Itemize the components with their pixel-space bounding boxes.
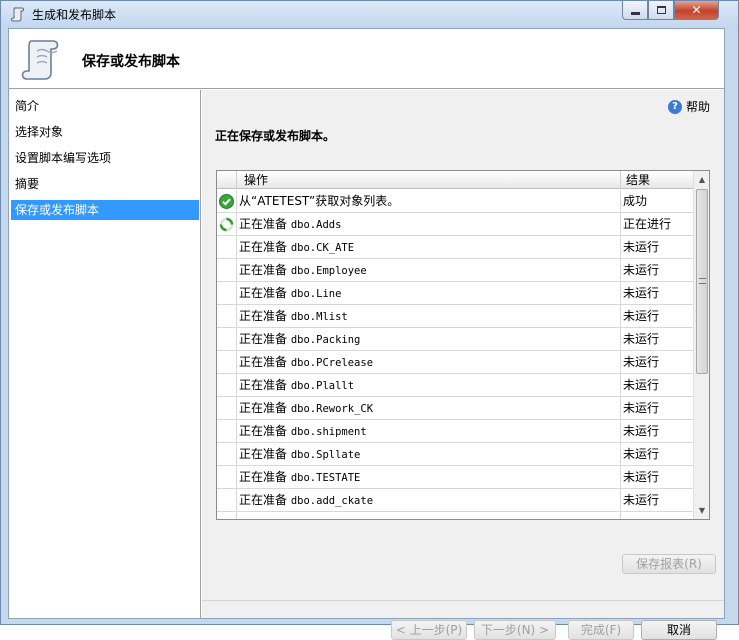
progress-table: 操作 结果 从“ATETEST”获取对象列表。 成功 正在准备 dbo.Adds… — [216, 170, 710, 520]
result-cell: 未运行 — [623, 355, 660, 369]
operation-cell: 正在准备 dbo.Rework_CK — [237, 397, 621, 419]
previous-button[interactable]: < 上一步(P) — [391, 620, 467, 640]
operation-cell: 正在准备 dbo.add_ckate — [237, 489, 621, 511]
sidebar-item-save-or-publish[interactable]: 保存或发布脚本 — [11, 200, 199, 220]
cancel-button[interactable]: 取消 — [641, 620, 717, 640]
result-cell: 未运行 — [623, 286, 660, 300]
operation-cell: 正在准备 dbo.Spllate — [237, 443, 621, 465]
footer-divider — [202, 600, 724, 601]
result-cell: 未运行 — [623, 332, 660, 346]
in-progress-spinner-icon — [219, 217, 234, 231]
operation-cell: 正在准备 dbo.PCrelease — [237, 351, 621, 373]
table-row[interactable]: 从“ATETEST”获取对象列表。 成功 — [217, 190, 693, 213]
operation-cell: 正在准备 dbo.shipment — [237, 420, 621, 442]
operation-cell: 正在准备 dbo.Packing — [237, 328, 621, 350]
sidebar-item-scripting-options[interactable]: 设置脚本编写选项 — [11, 148, 199, 168]
finish-button[interactable]: 完成(F) — [568, 620, 634, 640]
window-title: 生成和发布脚本 — [32, 8, 117, 22]
title-bar[interactable]: 生成和发布脚本 ✕ — [1, 1, 738, 27]
table-row[interactable]: 正在准备 dbo.Employee 未运行 — [217, 259, 693, 282]
result-cell: 未运行 — [623, 424, 660, 438]
operation-cell: 正在准备 dbo.Mlist — [237, 305, 621, 327]
result-cell: 未运行 — [623, 263, 660, 277]
result-cell: 未运行 — [623, 493, 660, 507]
scroll-up-arrow-icon[interactable]: ▲ — [694, 171, 709, 188]
operation-cell: 正在准备 dbo.Employee — [237, 259, 621, 281]
page-title: 保存或发布脚本 — [82, 54, 180, 70]
sidebar-item-introduction[interactable]: 简介 — [11, 96, 199, 116]
result-cell: 未运行 — [623, 470, 660, 484]
operation-cell: 正在准备 dbo.Line — [237, 282, 621, 304]
script-scroll-icon — [11, 7, 24, 22]
maximize-icon — [656, 6, 666, 14]
table-row[interactable]: 正在准备 dbo.Rework_CK 未运行 — [217, 397, 693, 420]
maximize-button[interactable] — [648, 1, 674, 20]
grip-icon — [699, 278, 706, 284]
success-check-icon — [219, 193, 234, 209]
table-row[interactable]: 正在准备 dbo.shipment 未运行 — [217, 420, 693, 443]
wizard-steps-sidebar: 简介 选择对象 设置脚本编写选项 摘要 保存或发布脚本 — [9, 90, 201, 618]
result-cell: 未运行 — [623, 378, 660, 392]
table-header: 操作 结果 — [217, 171, 693, 189]
help-label: 帮助 — [685, 100, 710, 114]
table-row[interactable]: 正在准备 dbo.CK_ATE 未运行 — [217, 236, 693, 259]
scrollbar-thumb[interactable] — [696, 189, 708, 374]
sidebar-item-choose-objects[interactable]: 选择对象 — [11, 122, 199, 142]
table-row[interactable]: 正在准备 dbo.Spllate 未运行 — [217, 443, 693, 466]
table-row[interactable]: 正在准备 dbo.Line 未运行 — [217, 282, 693, 305]
save-report-button[interactable]: 保存报表(R) — [622, 554, 716, 574]
dialog-client-area: 保存或发布脚本 简介 选择对象 设置脚本编写选项 摘要 保存或发布脚本 ? 帮助… — [8, 28, 725, 640]
next-button[interactable]: 下一步(N) > — [474, 620, 556, 640]
table-row[interactable]: 正在准备 dbo.PCrelease 未运行 — [217, 351, 693, 374]
column-header-operation[interactable]: 操作 — [237, 171, 621, 189]
column-header-status[interactable] — [217, 171, 237, 189]
close-icon: ✕ — [691, 3, 702, 17]
column-header-result[interactable]: 结果 — [621, 171, 693, 189]
close-button[interactable]: ✕ — [674, 1, 719, 20]
help-icon: ? — [667, 99, 682, 114]
table-row[interactable]: 正在准备 dbo.Mlist 未运行 — [217, 305, 693, 328]
result-cell: 未运行 — [623, 447, 660, 461]
dialog-window: 生成和发布脚本 ✕ 保存或发布脚本 简介 选择对象 设置脚本编写选项 摘要 保存… — [0, 0, 739, 640]
operation-cell: 正在准备 dbo.TESTATE — [237, 466, 621, 488]
minimize-button[interactable] — [622, 1, 648, 20]
script-scroll-icon — [21, 40, 59, 80]
table-row[interactable]: 正在准备 dbo.TESTATE 未运行 — [217, 466, 693, 489]
result-cell: 未运行 — [623, 309, 660, 323]
operation-cell: 正在准备 dbo.Adds — [237, 213, 621, 235]
status-heading: 正在保存或发布脚本。 — [215, 129, 336, 143]
scroll-down-arrow-icon[interactable]: ▼ — [694, 502, 709, 519]
table-row[interactable]: 正在准备 dbo.add_ckate 未运行 — [217, 489, 693, 512]
table-vertical-scrollbar[interactable]: ▲ ▼ — [693, 171, 709, 519]
table-row[interactable]: 正在准备 dbo.Packing 未运行 — [217, 328, 693, 351]
table-row[interactable]: 正在准备 dbo.Adds 正在进行 — [217, 213, 693, 236]
minimize-icon — [630, 11, 640, 15]
table-row-partial[interactable] — [217, 512, 693, 519]
operation-cell: 正在准备 dbo.Plallt — [237, 374, 621, 396]
result-cell: 未运行 — [623, 240, 660, 254]
page-header: 保存或发布脚本 — [9, 29, 724, 89]
table-row[interactable]: 正在准备 dbo.Plallt 未运行 — [217, 374, 693, 397]
operation-cell: 从“ATETEST”获取对象列表。 — [237, 190, 621, 212]
result-cell: 成功 — [623, 194, 648, 208]
result-cell: 正在进行 — [623, 217, 672, 231]
operation-cell: 正在准备 dbo.CK_ATE — [237, 236, 621, 258]
result-cell: 未运行 — [623, 401, 660, 415]
help-link[interactable]: ? 帮助 — [667, 98, 710, 115]
main-panel: ? 帮助 正在保存或发布脚本。 操作 结果 从“ATETEST”获取对象列表。 … — [202, 90, 724, 640]
sidebar-item-summary[interactable]: 摘要 — [11, 174, 199, 194]
